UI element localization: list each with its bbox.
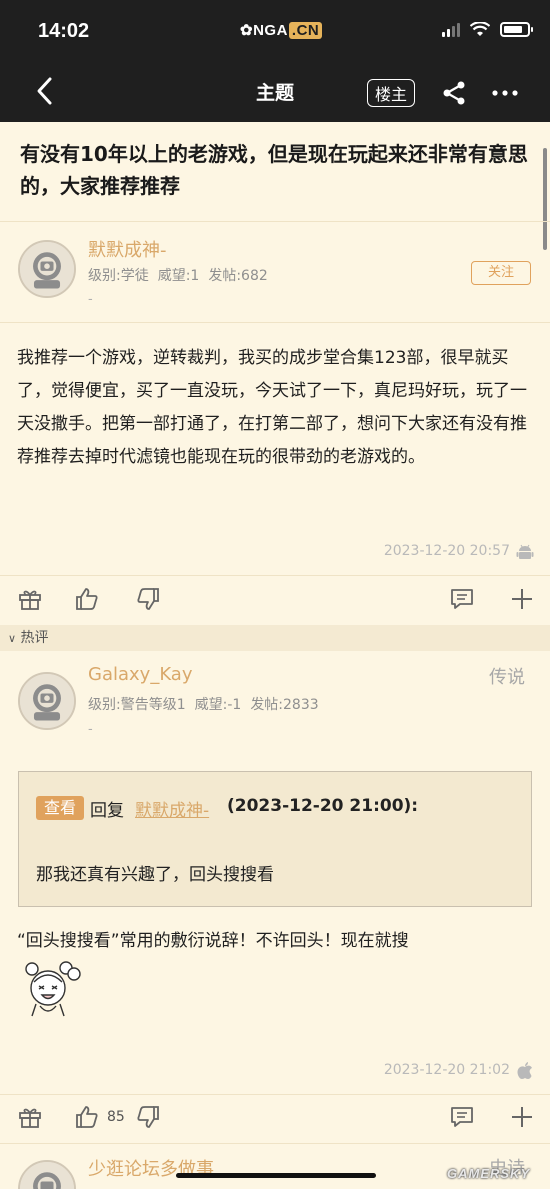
like-count: 85 [107,1109,125,1125]
reply-posts: 发帖:2833 [250,697,319,713]
thumbs-down-icon[interactable] [135,586,161,612]
battery-icon [500,22,533,37]
op-level: 级别:学徒 [88,268,149,284]
hot-replies-label: 热评 [20,630,49,646]
android-icon [516,544,534,559]
divider [0,575,550,576]
thumbs-up-icon[interactable] [74,586,100,612]
back-chevron-icon[interactable] [30,74,60,108]
reply-level: 级别:警告等级1 [88,697,186,713]
avatar[interactable] [18,240,76,298]
divider [0,221,550,222]
nga-logo: ✿NGA .CN [240,21,323,39]
quoted-username[interactable]: 默默成神- [135,796,209,821]
logo-main: NGA [253,22,288,39]
more-icon[interactable] [490,80,520,106]
user-rank-tag: 传说 [489,667,525,688]
logo-suffix: .CN [288,22,323,39]
status-time: 14:02 [38,20,90,42]
apple-icon [517,1062,532,1079]
comment-icon[interactable] [449,586,475,612]
wifi-icon [470,22,490,36]
thumbs-down-icon[interactable] [135,1104,161,1130]
default-avatar-icon [20,674,74,728]
quote-box [18,771,532,907]
thread-title: 有没有10年以上的老游戏，但是现在玩起来还非常有意思的，大家推荐推荐 [20,142,528,198]
logo-paw-icon: ✿ [240,22,254,39]
op-prestige: 威望:1 [157,268,200,284]
signal-icon [442,22,460,37]
op-username[interactable]: 默默成神- [88,236,167,262]
default-avatar-icon [20,1162,74,1189]
avatar[interactable] [18,672,76,730]
op-signature: - [88,292,93,307]
scroll-indicator[interactable] [543,148,547,250]
reply-username[interactable]: Galaxy_Kay [88,664,192,685]
gift-icon[interactable] [17,586,43,612]
reply-timestamp: 2023-12-20 21:02 [383,1062,510,1078]
op-content: 我推荐一个游戏，逆转裁判，我买的成步堂合集123部，很早就买了，觉得便宜，买了一… [17,348,527,467]
divider [0,1143,550,1144]
view-quote-button[interactable]: 查看 [36,796,84,820]
op-posts: 发帖:682 [208,268,268,284]
share-icon[interactable] [440,80,468,106]
gift-icon[interactable] [17,1104,43,1130]
plus-icon[interactable] [509,586,535,612]
divider [0,1094,550,1095]
quoted-time: (2023-12-20 21:00): [227,796,419,816]
comment-icon[interactable] [449,1104,475,1130]
home-indicator [176,1173,376,1178]
quoted-text: 那我还真有兴趣了，回头搜搜看 [36,865,274,885]
plus-icon[interactable] [509,1104,535,1130]
sticker-emoji [25,961,81,1017]
avatar[interactable] [18,1160,76,1189]
reply-signature: - [88,722,93,737]
thumbs-up-icon[interactable] [74,1104,100,1130]
divider [0,322,550,323]
op-timestamp: 2023-12-20 20:57 [383,543,510,559]
chevron-down-icon: ∨ [8,632,17,645]
top-bar: 14:02 ✿NGA .CN 主题 楼主 [0,0,550,122]
hot-replies-header[interactable]: ∨ 热评 [0,625,550,651]
reply-meta: 级别:警告等级1 威望:-1 发帖:2833 [88,694,328,714]
follow-button[interactable]: 关注 [471,261,531,285]
default-avatar-icon [20,242,74,296]
status-icons [442,22,533,37]
op-meta: 级别:学徒 威望:1 发帖:682 [88,265,277,285]
watermark: GAMERSKY [447,1166,531,1181]
owner-only-button[interactable]: 楼主 [367,79,416,107]
reply-label: 回复 [90,801,124,821]
reply-prestige: 威望:-1 [194,697,242,713]
reply-content: “回头搜搜看”常用的敷衍说辞！不许回头！现在就搜 [17,931,409,951]
